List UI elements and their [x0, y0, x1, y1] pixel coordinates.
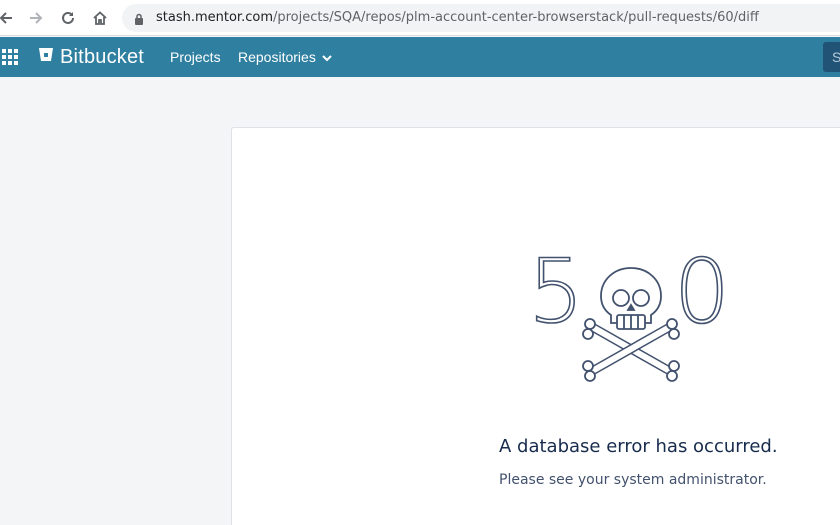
url-path: /projects/SQA/repos/plm-account-center-b… — [272, 10, 759, 25]
url-text: stash.mentor.com/projects/SQA/repos/plm-… — [156, 10, 759, 25]
app-header: Bitbucket Projects Repositories S — [0, 37, 840, 77]
address-bar[interactable]: stash.mentor.com/projects/SQA/repos/plm-… — [122, 4, 840, 32]
error-subtitle: Please see your system administrator. — [499, 472, 767, 488]
error-card: 5 0 A database error has occurred. Pleas… — [231, 127, 840, 525]
app-switcher-icon[interactable] — [2, 49, 18, 65]
error-code-right: 0 — [674, 248, 730, 343]
reload-icon[interactable] — [56, 6, 80, 30]
brand-name: Bitbucket — [60, 46, 145, 68]
nav-repositories-label: Repositories — [238, 49, 316, 65]
url-host: stash.mentor.com — [156, 10, 273, 25]
home-icon[interactable] — [88, 6, 112, 30]
error-title: A database error has occurred. — [499, 436, 778, 457]
error-illustration: 5 0 — [527, 239, 734, 393]
error-code-left: 5 — [528, 248, 584, 343]
error-code-graphic: 5 0 — [527, 239, 731, 382]
forward-icon[interactable] — [24, 6, 48, 30]
nav-projects[interactable]: Projects — [170, 49, 221, 65]
bitbucket-logo-icon — [38, 47, 54, 68]
lock-icon — [134, 12, 144, 30]
skull-crossbones-icon — [582, 267, 680, 382]
search-button[interactable]: S — [823, 42, 840, 72]
nav-repositories[interactable]: Repositories — [238, 49, 332, 65]
back-icon[interactable] — [0, 6, 18, 30]
browser-toolbar: stash.mentor.com/projects/SQA/repos/plm-… — [0, 0, 840, 36]
bitbucket-logo[interactable]: Bitbucket — [38, 46, 144, 69]
chevron-down-icon — [322, 49, 332, 65]
